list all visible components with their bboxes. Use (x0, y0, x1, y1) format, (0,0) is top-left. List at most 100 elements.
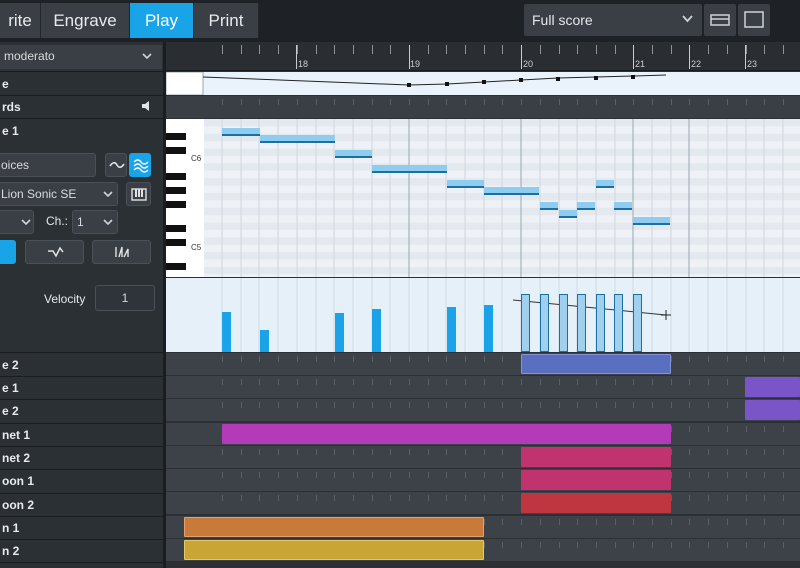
lane-flute-2[interactable] (166, 399, 800, 421)
region-block[interactable] (521, 447, 671, 467)
track-label-bassoon-2[interactable]: oon 2 (0, 498, 163, 512)
track-label-bassoon-1[interactable]: oon 1 (0, 474, 163, 488)
region-block[interactable] (521, 493, 671, 513)
bar-number-23: 23 (747, 59, 758, 69)
expression-lane-button[interactable] (25, 240, 84, 264)
note[interactable] (577, 202, 595, 210)
chords-lane[interactable] (166, 96, 800, 118)
track-label-horn-2[interactable]: n 2 (0, 544, 163, 558)
velocity-bar-selected[interactable] (633, 294, 642, 352)
note[interactable] (540, 202, 558, 210)
velocity-bar[interactable] (222, 312, 231, 352)
lane-piano-2[interactable] (166, 353, 800, 375)
velocity-input[interactable]: 1 (95, 285, 155, 311)
page-view-button[interactable] (738, 4, 770, 36)
lane-tick (671, 426, 672, 432)
timeline-ruler[interactable]: 18 19 20 21 22 23 (166, 42, 800, 71)
track-label-flute-1[interactable]: e 1 (0, 381, 163, 395)
velocity-bar[interactable] (335, 313, 344, 352)
legato-toggle[interactable] (105, 153, 127, 177)
note[interactable] (372, 165, 447, 173)
tab-engrave[interactable]: Engrave (41, 3, 130, 38)
tab-print[interactable]: Print (194, 3, 259, 38)
note[interactable] (260, 135, 335, 143)
region-block[interactable] (521, 354, 671, 374)
instrument-edit-button[interactable] (126, 182, 151, 206)
layout-select[interactable]: Full score (524, 4, 702, 36)
piano-roll[interactable]: C6 C5 (166, 119, 800, 277)
velocity-lane-button[interactable] (92, 240, 151, 264)
galley-view-button[interactable] (704, 4, 736, 36)
track-label-clarinet-2[interactable]: net 2 (0, 451, 163, 465)
lane-tick (446, 402, 447, 408)
speaker-icon[interactable] (140, 99, 154, 113)
tempo-select[interactable]: moderato (0, 45, 162, 69)
track-label-piano-1[interactable]: e 1 (0, 124, 163, 138)
lane-tick (409, 449, 410, 455)
note[interactable] (335, 150, 372, 158)
lane-tick (297, 99, 298, 105)
black-key[interactable] (166, 173, 186, 180)
dynamics-curve-toggle[interactable] (129, 153, 151, 177)
lane-clarinet-2[interactable] (166, 446, 800, 468)
track-label-horn-1[interactable]: n 1 (0, 521, 163, 535)
velocity-bar-selected[interactable] (596, 294, 605, 352)
ruler-tick (446, 45, 447, 54)
track-label-chords[interactable]: rds (0, 100, 163, 114)
voices-field[interactable]: oices (0, 153, 96, 177)
black-key[interactable] (166, 225, 186, 232)
channel-select[interactable]: 1 (72, 210, 118, 234)
lane-horn-1[interactable] (166, 516, 800, 538)
lane-tick (746, 426, 747, 432)
lane-clarinet-1[interactable] (166, 423, 800, 445)
black-key[interactable] (166, 201, 186, 208)
velocity-bar[interactable] (260, 330, 269, 352)
tab-write[interactable]: rite (0, 3, 41, 38)
lane-bassoon-2[interactable] (166, 492, 800, 514)
region-block[interactable] (745, 400, 800, 420)
black-key[interactable] (166, 263, 186, 270)
note-lane-toggle[interactable] (0, 240, 16, 264)
sound-select[interactable]: Lion Sonic SE (0, 182, 118, 206)
lane-bassoon-1[interactable] (166, 469, 800, 491)
tab-play[interactable]: Play (130, 3, 194, 38)
note[interactable] (447, 180, 484, 188)
black-key[interactable] (166, 187, 186, 194)
note[interactable] (484, 187, 521, 195)
note[interactable] (559, 210, 577, 218)
port-select[interactable] (0, 210, 34, 234)
lane-tick (689, 426, 690, 432)
track-label-tempo[interactable]: e (0, 77, 163, 91)
velocity-bar-selected[interactable] (540, 294, 549, 352)
piano-keyboard[interactable]: C6 C5 (166, 119, 204, 277)
note[interactable] (521, 187, 539, 195)
region-block[interactable] (521, 470, 671, 490)
tempo-lane[interactable] (165, 71, 800, 96)
velocity-bar-selected[interactable] (559, 294, 568, 352)
velocity-bar[interactable] (484, 305, 493, 352)
note[interactable] (596, 180, 614, 188)
region-block[interactable] (184, 517, 484, 537)
region-block[interactable] (745, 377, 800, 397)
velocity-lane[interactable] (166, 278, 800, 352)
lane-tick (671, 519, 672, 525)
velocity-bar-selected[interactable] (577, 294, 586, 352)
black-key[interactable] (166, 147, 186, 154)
velocity-bar[interactable] (372, 309, 381, 352)
velocity-bar[interactable] (447, 307, 456, 352)
track-label-flute-2[interactable]: e 2 (0, 404, 163, 418)
lane-tick (334, 449, 335, 455)
track-label-piano-2[interactable]: e 2 (0, 358, 163, 372)
velocity-bar-selected[interactable] (614, 294, 623, 352)
region-block[interactable] (184, 540, 484, 560)
note[interactable] (614, 202, 632, 210)
note[interactable] (633, 217, 670, 225)
black-key[interactable] (166, 239, 186, 246)
black-key[interactable] (166, 133, 186, 140)
region-block[interactable] (222, 424, 671, 444)
track-label-clarinet-1[interactable]: net 1 (0, 428, 163, 442)
lane-flute-1[interactable] (166, 376, 800, 398)
velocity-bar-selected[interactable] (521, 294, 530, 352)
note[interactable] (222, 128, 260, 136)
lane-horn-2[interactable] (166, 539, 800, 561)
